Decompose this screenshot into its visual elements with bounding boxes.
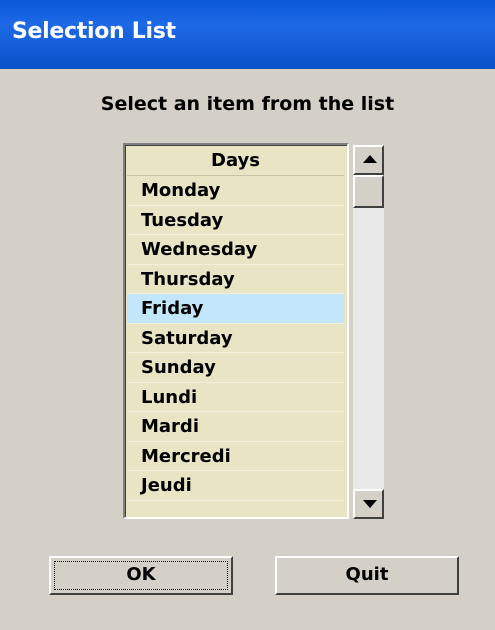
list-rows: Monday Tuesday Wednesday Thursday Friday… [127,176,344,501]
window-title: Selection List [12,19,176,44]
title-bar[interactable]: Selection List [0,0,495,69]
list-item[interactable]: Jeudi [127,471,344,501]
list-item[interactable]: Monday [127,176,344,206]
list-column-header[interactable]: Days [127,147,344,176]
list-item[interactable]: Wednesday [127,235,344,265]
ok-button[interactable]: OK [49,556,233,595]
list-item-selected[interactable]: Friday [127,294,344,324]
list-item[interactable]: Mardi [127,412,344,442]
scroll-down-button[interactable] [353,489,384,519]
quit-button-label: Quit [345,564,389,585]
scroll-up-button[interactable] [353,145,384,175]
selection-list-window: Selection List Select an item from the l… [0,0,495,630]
quit-button[interactable]: Quit [275,556,459,595]
instruction-label: Select an item from the list [100,93,395,115]
ok-button-label: OK [126,564,156,585]
scrollbar-thumb[interactable] [353,175,384,208]
list-item[interactable]: Thursday [127,264,344,294]
list-item[interactable]: Saturday [127,323,344,353]
vertical-scrollbar[interactable] [350,143,387,519]
arrow-down-icon [363,500,377,508]
arrow-up-icon [363,155,377,163]
days-listbox[interactable]: Days Monday Tuesday Wednesday Thursday F… [123,143,349,519]
scrollbar-track[interactable] [353,173,384,491]
list-item[interactable]: Lundi [127,382,344,412]
list-item[interactable]: Sunday [127,353,344,383]
list-item[interactable]: Mercredi [127,441,344,471]
list-item[interactable]: Tuesday [127,205,344,235]
